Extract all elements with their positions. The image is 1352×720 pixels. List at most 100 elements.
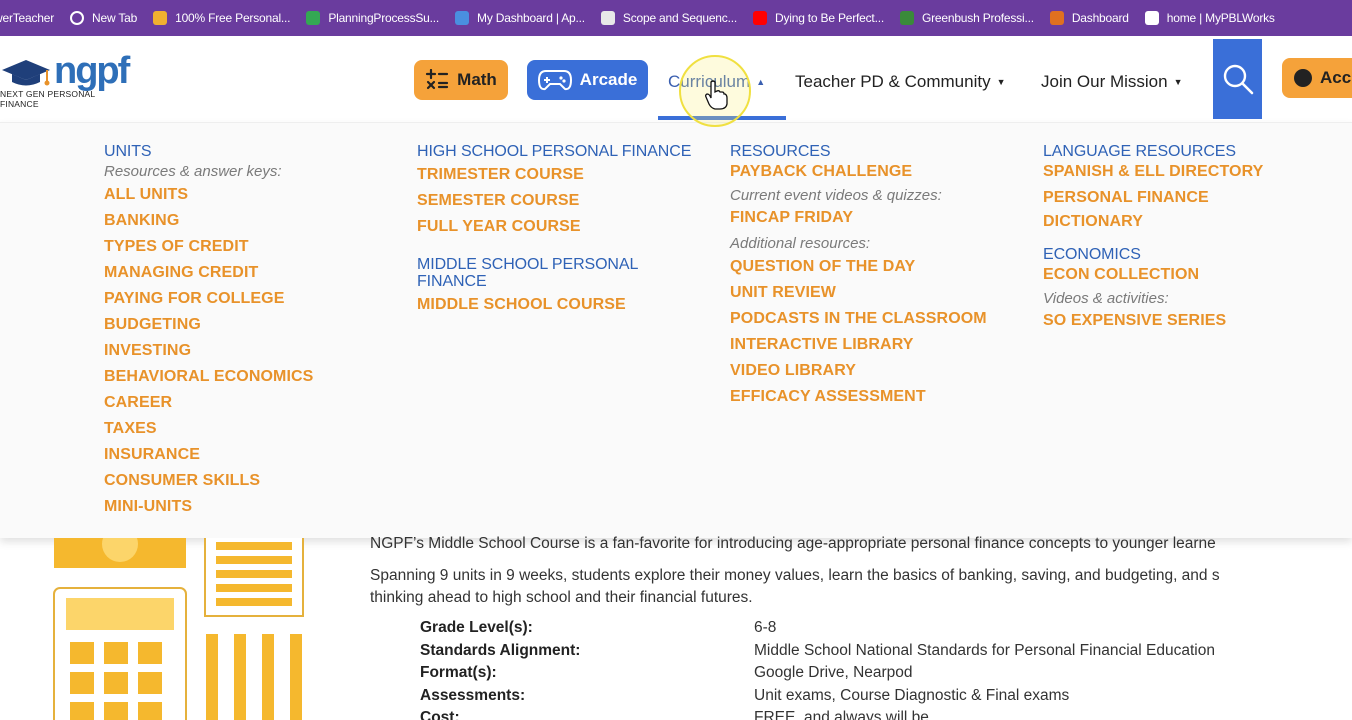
menu-link[interactable]: INTERACTIVE LIBRARY: [730, 332, 1020, 358]
caret-up-icon: ▲: [756, 77, 766, 87]
bookmark-label: home | MyPBLWorks: [1166, 11, 1275, 25]
search-icon: [1223, 64, 1253, 95]
arcade-button[interactable]: Arcade: [527, 60, 648, 100]
bookmark-item[interactable]: PlanningProcessSu...: [306, 11, 439, 25]
bookmark-item[interactable]: Dying to Be Perfect...: [752, 11, 884, 25]
gamepad-icon: [537, 70, 572, 91]
spec-value: 6-8: [754, 619, 777, 636]
menu-heading[interactable]: RESOURCES: [730, 143, 1020, 160]
hand-cursor-icon: [705, 80, 728, 110]
menu-link[interactable]: EFFICACY ASSESSMENT: [730, 384, 1020, 410]
spec-row: Format(s): Google Drive, Nearpod: [420, 664, 1320, 686]
caret-down-icon: ▼: [996, 77, 1006, 87]
spec-value: Google Drive, Nearpod: [754, 664, 913, 681]
bookmark-label: New Tab: [92, 11, 138, 25]
menu-link[interactable]: ECON COLLECTION: [1043, 263, 1343, 287]
bookmark-item[interactable]: werTeacher: [0, 11, 54, 25]
nav-join-mission[interactable]: Join Our Mission ▼: [1041, 72, 1183, 92]
bookmark-label: PlanningProcessSu...: [328, 11, 440, 25]
bookmarks-bar: werTeacher New Tab 100% Free Personal... Pl…: [0, 0, 1352, 36]
menu-link[interactable]: QUESTION OF THE DAY: [730, 254, 1020, 280]
math-label: Math: [457, 70, 497, 89]
spec-key: Format(s):: [420, 664, 497, 681]
site-header: ngpf NEXT GEN PERSONAL FINANCE Math Arca…: [0, 36, 1352, 122]
menu-link[interactable]: SEMESTER COURSE: [417, 188, 707, 214]
bookmark-favicon-icon: [1049, 11, 1064, 25]
menu-column-language: LANGUAGE RESOURCES SPANISH & ELL DIRECTO…: [1043, 143, 1343, 333]
menu-column-courses: HIGH SCHOOL PERSONAL FINANCE TRIMESTER C…: [417, 143, 707, 318]
menu-subtext: Resources & answer keys:: [104, 163, 282, 180]
menu-link[interactable]: MANAGING CREDIT: [104, 260, 394, 286]
menu-heading[interactable]: MIDDLE SCHOOL PERSONAL FINANCE: [417, 256, 707, 290]
bookmark-favicon-icon: [600, 11, 615, 25]
menu-heading[interactable]: ECONOMICS: [1043, 246, 1343, 263]
bookmark-item[interactable]: Scope and Sequenc...: [600, 11, 737, 25]
summary-paragraph-line1: Spanning 9 units in 9 weeks, students ex…: [370, 567, 1220, 584]
bookmark-favicon-icon: [153, 11, 168, 25]
menu-link[interactable]: VIDEO LIBRARY: [730, 358, 1020, 384]
menu-link[interactable]: BEHAVIORAL ECONOMICS: [104, 364, 394, 390]
bookmark-favicon-icon: [70, 11, 85, 25]
menu-link[interactable]: CONSUMER SKILLS: [104, 468, 394, 494]
nav-teacher-pd[interactable]: Teacher PD & Community ▼: [795, 72, 1006, 92]
menu-link[interactable]: TRIMESTER COURSE: [417, 162, 707, 188]
menu-link[interactable]: PAYBACK CHALLENGE: [730, 160, 1020, 184]
menu-link[interactable]: PERSONAL FINANCE DICTIONARY: [1043, 186, 1233, 234]
menu-link[interactable]: TAXES: [104, 416, 394, 442]
logo-tagline: NEXT GEN PERSONAL FINANCE: [0, 89, 96, 109]
arcade-label: Arcade: [579, 70, 638, 89]
menu-subtext: Current event videos & quizzes:: [730, 187, 942, 204]
menu-link[interactable]: MIDDLE SCHOOL COURSE: [417, 292, 707, 318]
bookmark-label: Dying to Be Perfect...: [774, 11, 884, 25]
spec-value: FREE, and always will be: [754, 709, 929, 720]
menu-link[interactable]: BUDGETING: [104, 312, 394, 338]
menu-subtext: Additional resources:: [730, 235, 871, 252]
nav-teacher-pd-label: Teacher PD & Community: [795, 72, 991, 91]
menu-link[interactable]: UNIT REVIEW: [730, 280, 1020, 306]
bookmark-item[interactable]: Greenbush Professi...: [899, 11, 1034, 25]
menu-column-units: UNITS Resources & answer keys: ALL UNITS…: [104, 143, 394, 520]
menu-link[interactable]: MINI-UNITS: [104, 494, 394, 520]
menu-heading[interactable]: LANGUAGE RESOURCES: [1043, 143, 1343, 160]
bookmark-item[interactable]: 100% Free Personal...: [153, 11, 291, 25]
bookmark-label: Scope and Sequenc...: [622, 11, 737, 25]
summary-paragraph-line2: thinking ahead to high school and their …: [370, 589, 753, 606]
menu-subtext: Videos & activities:: [1043, 290, 1169, 307]
menu-link[interactable]: ALL UNITS: [104, 182, 394, 208]
menu-link[interactable]: FULL YEAR COURSE: [417, 214, 707, 240]
menu-link[interactable]: INVESTING: [104, 338, 394, 364]
graduation-cap-icon: [2, 60, 50, 86]
menu-link[interactable]: INSURANCE: [104, 442, 394, 468]
menu-link[interactable]: CAREER: [104, 390, 394, 416]
bookmark-item[interactable]: My Dashboard | Ap...: [455, 11, 585, 25]
logo-word: ngpf: [54, 50, 130, 92]
menu-link[interactable]: PAYING FOR COLLEGE: [104, 286, 394, 312]
bookmark-item[interactable]: Dashboard: [1049, 11, 1129, 25]
bookmark-favicon-icon: [1144, 11, 1159, 25]
search-button[interactable]: [1213, 39, 1262, 119]
spec-row: Standards Alignment: Middle School Nation…: [420, 642, 1320, 664]
spec-value: Middle School National Standards for Per…: [754, 641, 1215, 659]
bookmark-item[interactable]: New Tab: [70, 11, 137, 25]
ngpf-logo[interactable]: ngpf NEXT GEN PERSONAL FINANCE: [0, 50, 135, 109]
bookmark-label: werTeacher: [0, 11, 55, 25]
menu-heading[interactable]: HIGH SCHOOL PERSONAL FINANCE: [417, 143, 707, 160]
caret-down-icon: ▼: [1173, 77, 1183, 87]
menu-link[interactable]: FINCAP FRIDAY: [730, 206, 1020, 230]
nav-join-label: Join Our Mission: [1041, 72, 1168, 91]
menu-heading[interactable]: UNITS: [104, 143, 394, 160]
menu-column-resources: RESOURCES PAYBACK CHALLENGE Current even…: [730, 143, 1020, 410]
spec-key: Standards Alignment:: [420, 641, 581, 659]
spec-row: Assessments: Unit exams, Course Diagnosti…: [420, 687, 1320, 709]
menu-link[interactable]: SO EXPENSIVE SERIES: [1043, 309, 1343, 333]
account-label: Acc: [1320, 68, 1352, 87]
account-button[interactable]: Acc: [1282, 58, 1352, 98]
bookmark-item[interactable]: home | MyPBLWorks: [1144, 11, 1275, 25]
math-button[interactable]: Math: [414, 60, 508, 100]
user-icon: [1294, 69, 1312, 87]
menu-link[interactable]: BANKING: [104, 208, 394, 234]
spec-row: Cost: FREE, and always will be: [420, 709, 1320, 720]
menu-link[interactable]: SPANISH & ELL DIRECTORY: [1043, 160, 1343, 184]
menu-link[interactable]: PODCASTS IN THE CLASSROOM: [730, 306, 1020, 332]
menu-link[interactable]: TYPES OF CREDIT: [104, 234, 394, 260]
